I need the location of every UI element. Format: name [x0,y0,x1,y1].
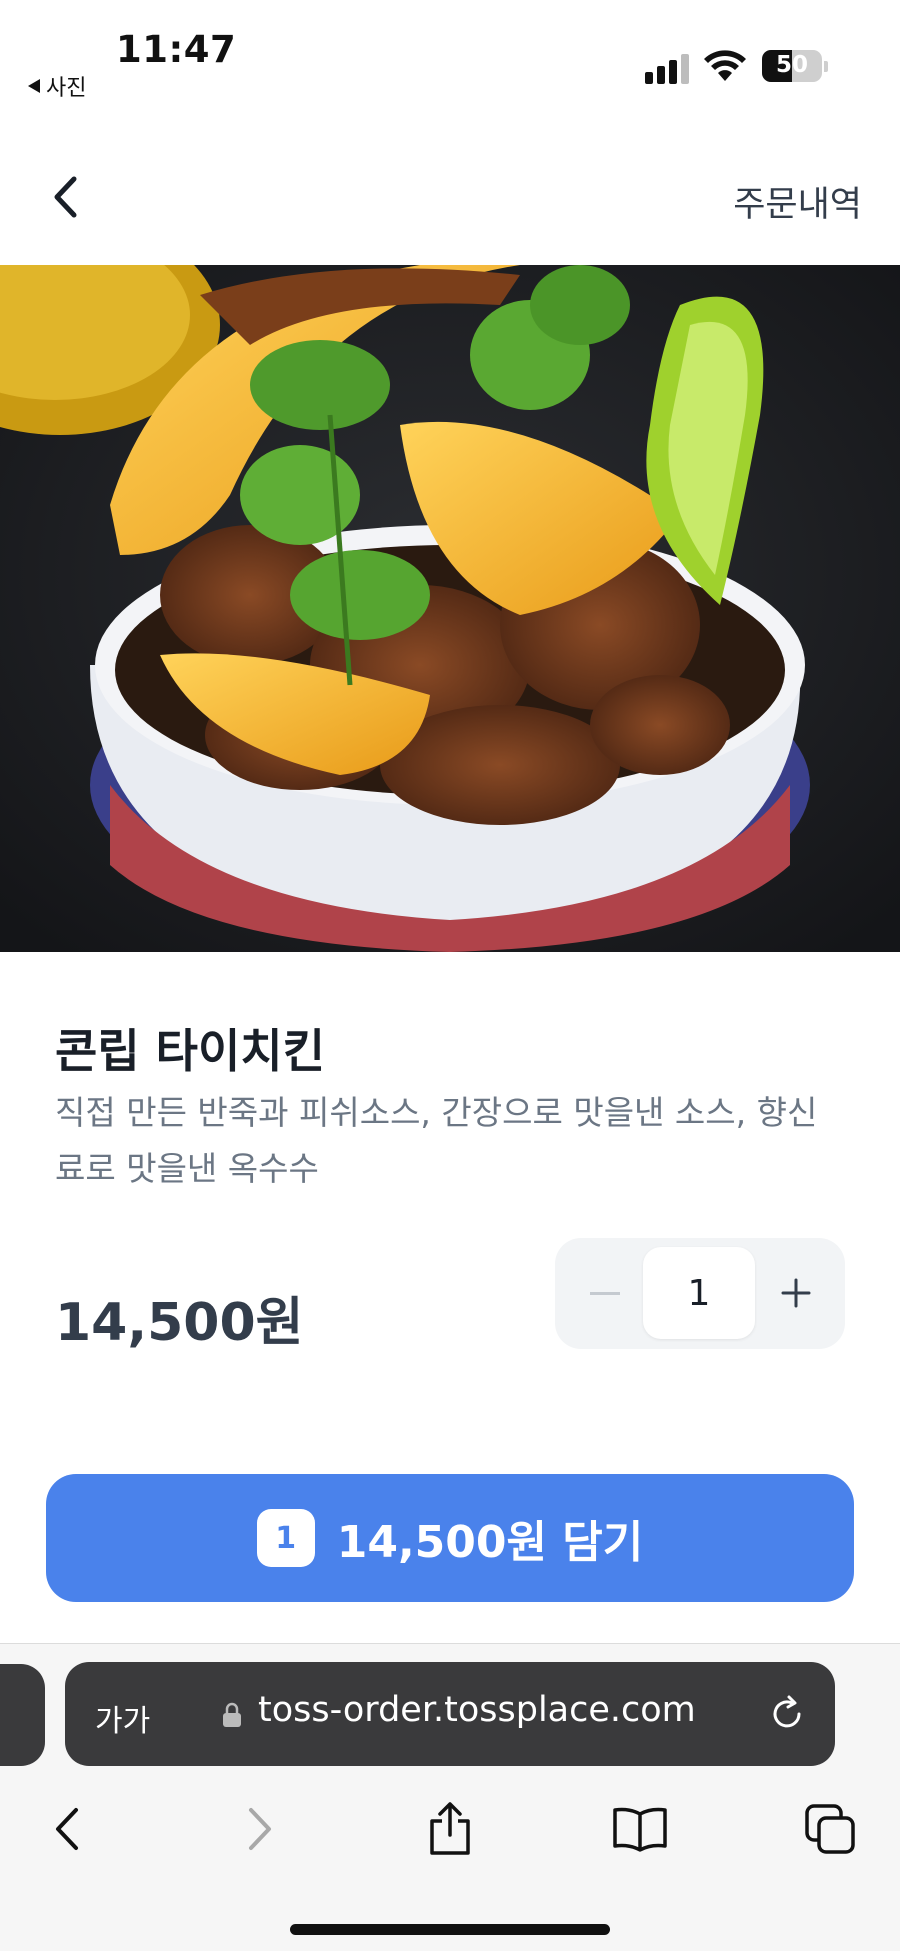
text-size-button[interactable]: 가가 [95,1696,150,1740]
lock-icon [223,1702,241,1727]
quantity-value: 1 [643,1247,755,1339]
address-bar[interactable]: 가가 toss-order.tossplace.com [65,1662,835,1766]
forward-arrow-icon [249,1808,271,1850]
product-photo [0,265,900,952]
browser-toolbar: 가가 toss-order.tossplace.com [0,1643,900,1951]
product-description: 직접 만든 반죽과 피쉬소스, 간장으로 맛을낸 소스, 향신료로 맛을낸 옥수… [55,1093,818,1188]
battery-icon: 50 [762,50,822,82]
url-text[interactable]: toss-order.tossplace.com [258,1690,696,1730]
back-triangle-icon [28,79,40,93]
status-time: 11:47 [116,28,237,71]
minus-icon [589,1291,620,1295]
back-button[interactable] [40,172,90,222]
food-photo [0,265,900,952]
chevron-left-icon [54,176,77,218]
share-icon [430,1802,470,1855]
increase-quantity-button[interactable] [768,1268,823,1318]
page-header: 주문내역 [0,150,900,250]
battery-level: 50 [775,52,808,78]
back-to-app-link[interactable]: 사진 [28,70,86,102]
share-button[interactable] [415,1794,485,1864]
add-to-cart-button[interactable]: 1 14,500원 담기 [46,1474,854,1602]
bookmarks-button[interactable] [605,1794,675,1864]
order-history-link[interactable]: 주문내역 [733,176,862,227]
product-price: 14,500원 [55,1293,304,1353]
tabs-icon [805,1804,855,1854]
product-name: 콘립 타이치킨 [55,1024,325,1078]
cart-count-badge: 1 [256,1509,315,1567]
decrease-quantity-button[interactable] [577,1268,632,1318]
cellular-signal-icon [645,52,690,84]
back-app-label: 사진 [46,76,87,101]
tabs-button[interactable] [795,1794,865,1864]
bookmarks-icon [613,1807,667,1852]
reload-icon[interactable] [765,1692,809,1736]
browser-back-button[interactable] [32,1794,102,1864]
previous-tab-peek[interactable] [0,1664,45,1766]
browser-nav-row [0,1794,900,1864]
wifi-icon [704,50,746,81]
plus-icon [781,1278,810,1308]
add-to-cart-label: 14,500원 담기 [336,1517,644,1568]
browser-forward-button[interactable] [225,1794,295,1864]
back-arrow-icon [56,1808,78,1850]
battery-cap [824,61,828,72]
quantity-stepper: 1 [555,1238,845,1349]
home-indicator [290,1924,610,1935]
status-bar: 11:47 사진 50 [0,0,900,110]
